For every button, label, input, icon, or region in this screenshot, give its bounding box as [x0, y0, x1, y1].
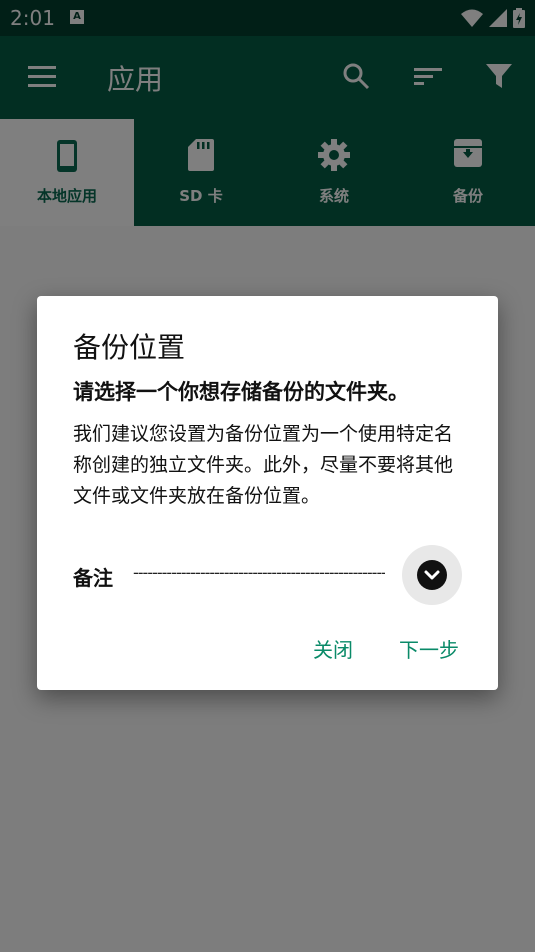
close-button[interactable]: 关闭	[313, 634, 353, 663]
expand-button[interactable]	[402, 545, 462, 605]
dialog-title: 备份位置	[73, 331, 186, 364]
note-label: 备注	[73, 566, 113, 590]
note-field[interactable]: ----------------------------------------…	[133, 563, 385, 585]
backup-location-dialog: 备份位置 请选择一个你想存储备份的文件夹。 我们建议您设置为备份位置为一个使用特…	[37, 296, 498, 690]
next-step-button[interactable]: 下一步	[399, 634, 459, 663]
chevron-down-icon	[424, 570, 440, 580]
dialog-message: 我们建议您设置为备份位置为一个使用特定名称创建的独立文件夹。此外，尽量不要将其他…	[73, 423, 454, 507]
dialog-subtitle: 请选择一个你想存储备份的文件夹。	[73, 380, 409, 404]
